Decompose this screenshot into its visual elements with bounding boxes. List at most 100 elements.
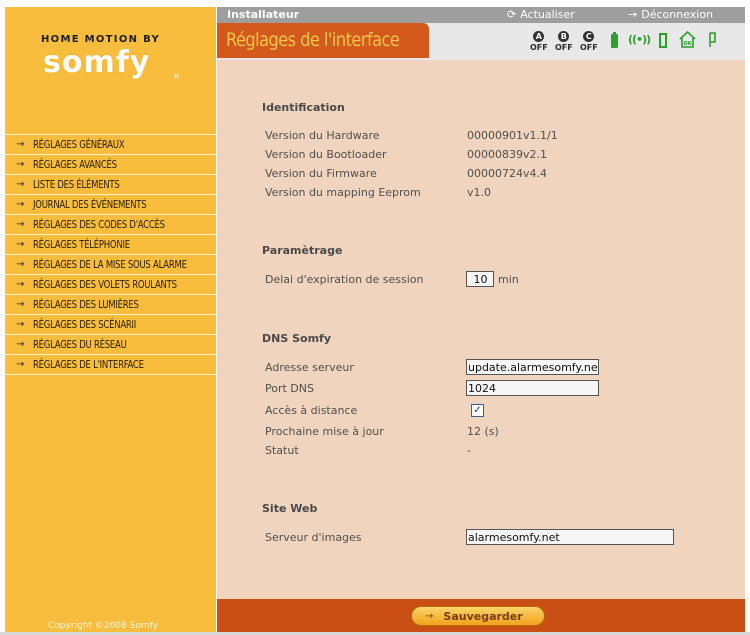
sidebar-item-codes-acces[interactable]: → RÉGLAGES DES CODES D'ACCÈS: [5, 215, 216, 235]
dns-port-input[interactable]: [466, 380, 599, 396]
refresh-icon: ⟳: [507, 8, 517, 21]
arrow-right-icon: →: [16, 259, 25, 270]
sidebar-item-label: LISTE DES ÉLÉMENTS: [33, 178, 120, 191]
sidebar: HOME MOTION BY somfy ® → RÉGLAGES GÉNÉRA…: [5, 7, 216, 635]
sidebar-item-label: RÉGLAGES DES SCÉNARII: [33, 318, 137, 331]
house-ok-icon: OK: [679, 31, 696, 48]
sidebar-item-lumieres[interactable]: → RÉGLAGES DES LUMIÈRES: [5, 295, 216, 315]
sidebar-item-label: JOURNAL DES ÉVÉNEMENTS: [33, 198, 147, 211]
sidebar-item-interface[interactable]: → RÉGLAGES DE L'INTERFACE: [5, 355, 216, 375]
arrow-right-icon: →: [16, 219, 25, 230]
arrow-right-icon: →: [628, 8, 638, 21]
refresh-label: Actualiser: [520, 8, 575, 21]
remote-access-label: Accès à distance: [265, 404, 358, 417]
radio-signal-icon: ((•)): [628, 33, 651, 46]
zone-a-status-icon: A OFF: [530, 31, 548, 52]
somfy-logo: somfy: [43, 45, 151, 80]
image-server-label: Serveur d'images: [265, 531, 362, 544]
save-button-label: Sauvegarder: [443, 609, 523, 623]
registered-mark: ®: [173, 73, 180, 81]
zone-b-state: OFF: [555, 43, 573, 52]
status-label: Statut: [265, 444, 299, 457]
arrow-right-icon: →: [16, 179, 25, 190]
door-icon: [659, 33, 667, 48]
session-timeout-input[interactable]: [466, 271, 494, 287]
hardware-version-label: Version du Hardware: [265, 129, 380, 142]
user-role-label: Installateur: [227, 8, 300, 21]
sidebar-item-journal-evenements[interactable]: → JOURNAL DES ÉVÉNEMENTS: [5, 195, 216, 215]
hardware-version-value: 00000901v1.1/1: [467, 129, 558, 142]
section-title-dns: DNS Somfy: [262, 332, 331, 345]
arrow-right-icon: →: [16, 339, 25, 350]
bootloader-version-label: Version du Bootloader: [265, 148, 387, 161]
eeprom-mapping-label: Version du mapping Eeprom: [265, 186, 421, 199]
dns-port-label: Port DNS: [265, 382, 314, 395]
section-title-parametrage: Paramètrage: [262, 244, 343, 257]
arrow-right-icon: →: [16, 319, 25, 330]
battery-icon: [611, 32, 618, 48]
sidebar-item-reglages-generaux[interactable]: → RÉGLAGES GÉNÉRAUX: [5, 135, 216, 155]
zone-b-badge: B: [558, 31, 570, 42]
zone-a-badge: A: [533, 31, 545, 42]
section-title-identification: Identification: [262, 101, 345, 114]
eeprom-mapping-value: v1.0: [467, 186, 492, 199]
session-timeout-label: Delai d'expiration de session: [265, 273, 424, 286]
arrow-right-icon: →: [16, 279, 25, 290]
sidebar-nav: → RÉGLAGES GÉNÉRAUX → RÉGLAGES AVANCÉS →…: [5, 134, 216, 375]
arrow-right-icon: →: [16, 159, 25, 170]
sidebar-item-label: RÉGLAGES AVANCÉS: [33, 158, 117, 171]
sidebar-item-label: RÉGLAGES DE L'INTERFACE: [33, 358, 144, 371]
arrow-right-icon: →: [16, 139, 25, 150]
next-update-label: Prochaine mise à jour: [265, 425, 384, 438]
brand-tagline: HOME MOTION BY: [41, 34, 160, 45]
footer-bar: → Sauvegarder: [217, 599, 745, 632]
arrow-right-icon: →: [425, 610, 434, 622]
logout-link[interactable]: → Déconnexion: [628, 8, 713, 21]
status-value: -: [467, 444, 471, 457]
sidebar-item-label: RÉGLAGES DU RÉSEAU: [33, 338, 127, 351]
image-server-input[interactable]: [466, 529, 674, 545]
title-bar: Réglages de l'interface A OFF B OFF C OF…: [217, 23, 745, 60]
section-title-website: Site Web: [262, 502, 318, 515]
refresh-link[interactable]: ⟳ Actualiser: [507, 8, 575, 21]
sidebar-item-mise-sous-alarme[interactable]: → RÉGLAGES DE LA MISE SOUS ALARME: [5, 255, 216, 275]
logout-label: Déconnexion: [641, 8, 714, 21]
next-update-value: 12 (s): [467, 425, 499, 438]
main-content: Identification Version du Hardware 00000…: [217, 60, 745, 599]
sidebar-item-label: RÉGLAGES DE LA MISE SOUS ALARME: [33, 258, 187, 271]
sidebar-item-reglages-avances[interactable]: → RÉGLAGES AVANCÉS: [5, 155, 216, 175]
copyright-text: Copyright ©2008 Somfy: [48, 621, 158, 631]
sidebar-item-reseau[interactable]: → RÉGLAGES DU RÉSEAU: [5, 335, 216, 355]
zone-b-status-icon: B OFF: [555, 31, 573, 52]
sidebar-item-label: RÉGLAGES TÉLÉPHONIE: [33, 238, 130, 251]
arrow-right-icon: →: [16, 359, 25, 370]
bootloader-version-value: 00000839v2.1: [467, 148, 547, 161]
sidebar-item-label: RÉGLAGES GÉNÉRAUX: [33, 138, 125, 151]
save-button[interactable]: → Sauvegarder: [411, 606, 545, 626]
sidebar-item-volets-roulants[interactable]: → RÉGLAGES DES VOLETS ROULANTS: [5, 275, 216, 295]
remote-access-checkbox[interactable]: ✓: [471, 404, 484, 417]
sidebar-item-liste-elements[interactable]: → LISTE DES ÉLÉMENTS: [5, 175, 216, 195]
zone-a-state: OFF: [530, 43, 548, 52]
firmware-version-value: 00000724v4.4: [467, 167, 547, 180]
dns-server-label: Adresse serveur: [265, 361, 354, 374]
sidebar-item-scenarii[interactable]: → RÉGLAGES DES SCÉNARII: [5, 315, 216, 335]
top-bar: Installateur ⟳ Actualiser → Déconnexion: [217, 7, 745, 23]
zone-c-badge: C: [583, 31, 595, 42]
arrow-right-icon: →: [16, 199, 25, 210]
zone-c-state: OFF: [580, 43, 598, 52]
zone-c-status-icon: C OFF: [580, 31, 598, 52]
dns-server-input[interactable]: [466, 359, 599, 375]
session-timeout-unit: min: [498, 273, 519, 286]
sidebar-item-label: RÉGLAGES DES LUMIÈRES: [33, 298, 139, 311]
firmware-version-label: Version du Firmware: [265, 167, 377, 180]
sidebar-item-label: RÉGLAGES DES VOLETS ROULANTS: [33, 278, 177, 291]
house-ok-badge: OK: [683, 41, 692, 47]
arrow-right-icon: →: [16, 299, 25, 310]
sidebar-item-telephonie[interactable]: → RÉGLAGES TÉLÉPHONIE: [5, 235, 216, 255]
page-title: Réglages de l'interface: [226, 29, 400, 51]
sidebar-item-label: RÉGLAGES DES CODES D'ACCÈS: [33, 218, 165, 231]
title-tab: Réglages de l'interface: [217, 23, 429, 58]
shutter-icon: [709, 32, 716, 47]
arrow-right-icon: →: [16, 239, 25, 250]
